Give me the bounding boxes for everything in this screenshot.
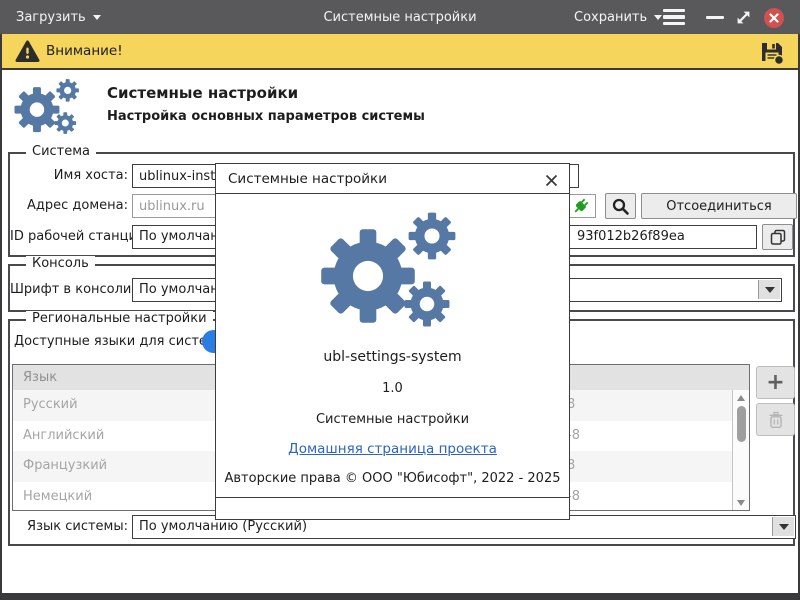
disconnect-button[interactable]: Отсоединиться bbox=[641, 193, 797, 219]
save-menu-label: Сохранить bbox=[574, 10, 647, 25]
menu-icon[interactable] bbox=[663, 9, 685, 25]
available-languages-label: Доступные языки для системы: bbox=[14, 330, 231, 353]
language-cell: Английский bbox=[23, 428, 104, 443]
system-language-value: По умолчанию (Русский) bbox=[139, 519, 307, 534]
warning-icon bbox=[15, 40, 40, 63]
dialog-titlebar: Системные настройки bbox=[216, 164, 569, 194]
dialog-title: Системные настройки bbox=[228, 171, 387, 187]
plus-icon: + bbox=[766, 372, 784, 394]
copy-icon bbox=[769, 228, 787, 246]
scroll-down-icon[interactable] bbox=[733, 496, 749, 510]
save-menu-button[interactable]: Сохранить bbox=[574, 0, 662, 34]
language-cell: Русский bbox=[23, 397, 78, 412]
warning-text: Внимание! bbox=[46, 43, 123, 59]
app-window: Загрузить Системные настройки Сохранить bbox=[0, 0, 800, 600]
scrollbar-thumb[interactable] bbox=[737, 406, 746, 442]
search-icon bbox=[611, 197, 630, 216]
search-button[interactable] bbox=[605, 193, 636, 219]
page-subtitle: Настройка основных параметров системы bbox=[107, 109, 425, 124]
copyright-text: Авторские права © ООО "Юбисофт", 2022 - … bbox=[216, 471, 569, 486]
group-console-legend: Консоль bbox=[26, 256, 95, 271]
group-regional-legend: Региональные настройки bbox=[26, 311, 213, 326]
warning-bar: Внимание! bbox=[2, 34, 798, 70]
close-button[interactable] bbox=[764, 8, 784, 28]
workstation-id-value-right: 93f012b26f89ea bbox=[577, 226, 685, 247]
system-language-label: Язык системы: bbox=[10, 515, 128, 539]
app-version: 1.0 bbox=[216, 381, 569, 396]
group-system-legend: Система bbox=[26, 144, 96, 159]
expand-icon bbox=[735, 9, 752, 26]
language-cell: Немецкий bbox=[23, 489, 92, 504]
workstation-id-label: ID рабочей станции: bbox=[10, 225, 128, 249]
scroll-up-icon[interactable] bbox=[733, 390, 749, 404]
language-cell: Французкий bbox=[23, 458, 107, 473]
console-font-label: Шрифт в консоли: bbox=[10, 278, 128, 302]
save-config-icon[interactable] bbox=[758, 38, 786, 66]
trash-icon bbox=[766, 410, 786, 430]
hostname-label: Имя хоста: bbox=[10, 164, 128, 188]
table-scrollbar[interactable] bbox=[732, 390, 749, 510]
delete-language-button[interactable] bbox=[756, 403, 795, 436]
chevron-down-icon bbox=[654, 15, 662, 24]
app-description: Системные настройки bbox=[216, 412, 569, 427]
dialog-close-button[interactable] bbox=[541, 170, 561, 190]
connected-plug-icon bbox=[570, 196, 591, 217]
close-icon bbox=[769, 13, 779, 23]
app-name: ubl-settings-system bbox=[216, 349, 569, 365]
domain-label: Адрес домена: bbox=[10, 194, 128, 218]
close-icon bbox=[545, 174, 558, 187]
chevron-down-icon[interactable] bbox=[772, 517, 794, 536]
homepage-link[interactable]: Домашняя страница проекта bbox=[288, 441, 497, 457]
window-titlebar: Загрузить Системные настройки Сохранить bbox=[0, 0, 800, 34]
minimize-button[interactable] bbox=[706, 16, 724, 19]
page-title: Системные настройки bbox=[107, 84, 298, 102]
add-language-button[interactable]: + bbox=[756, 366, 795, 399]
app-gears-logo bbox=[316, 206, 466, 331]
app-gears-icon bbox=[12, 76, 84, 136]
about-dialog: Системные настройки ubl-settings-system … bbox=[215, 163, 570, 520]
maximize-button[interactable] bbox=[735, 9, 752, 26]
chevron-down-icon[interactable] bbox=[758, 280, 780, 299]
dialog-separator bbox=[216, 497, 569, 498]
copy-id-button[interactable] bbox=[762, 224, 793, 250]
